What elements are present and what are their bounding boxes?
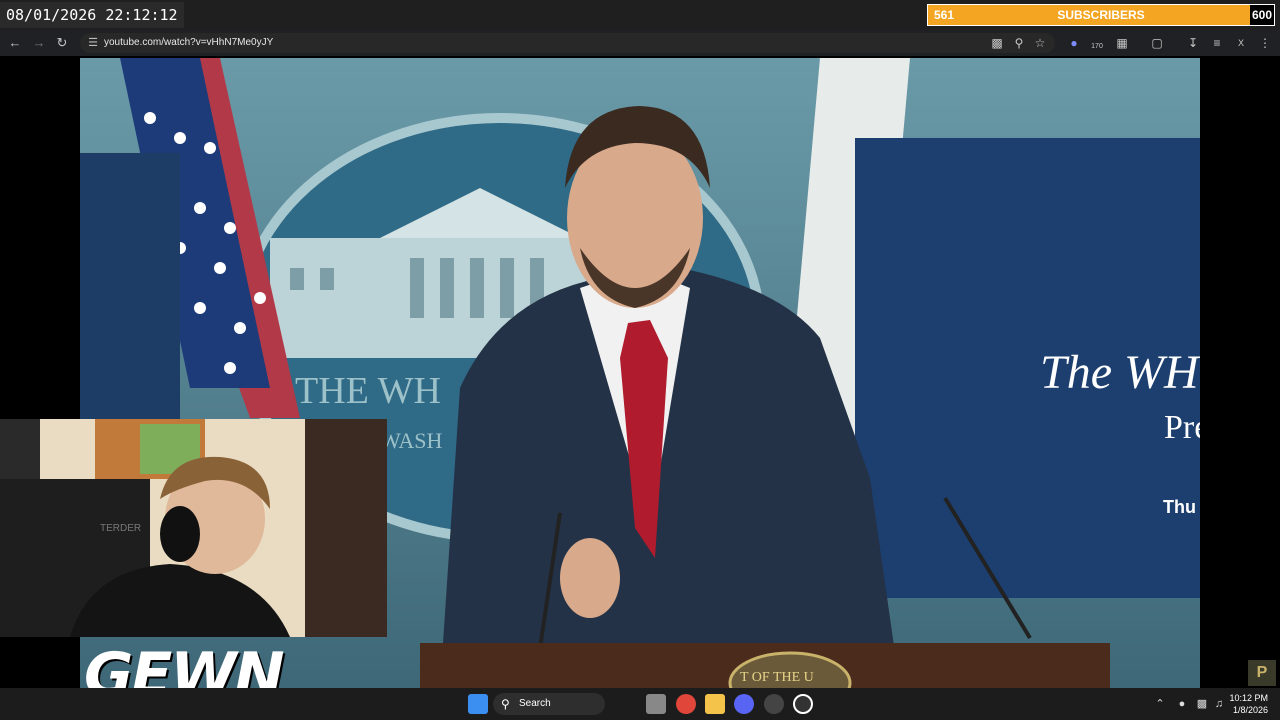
microphone-icon[interactable]: ● — [1175, 697, 1189, 711]
corner-logo: P — [1248, 660, 1276, 686]
tray-overflow-icon[interactable]: ⌃ — [1153, 697, 1167, 711]
subscriber-label: SUBSCRIBERS — [1057, 8, 1145, 22]
chrome-icon[interactable] — [676, 694, 696, 714]
menu-kebab-icon[interactable]: ⋮ — [1256, 34, 1274, 52]
file-explorer-icon[interactable] — [705, 694, 725, 714]
search-label: Search — [519, 698, 551, 709]
address-bar[interactable]: ☰ youtube.com/watch?v=vHhN7Me0yJY — [80, 33, 1055, 53]
back-icon[interactable]: ← — [6, 34, 24, 52]
clock-date: 1/8/2026 — [1232, 705, 1268, 715]
subscriber-goal: 600 — [1250, 5, 1274, 25]
download-icon[interactable]: ↧ — [1184, 34, 1202, 52]
reading-list-icon[interactable]: ≡ — [1208, 34, 1226, 52]
tab-search-icon[interactable]: ▢ — [1148, 34, 1166, 52]
clock-time: 10:12 PM — [1229, 693, 1268, 703]
stream-overlay-top: 08/01/2026 22:12:12 561 SUBSCRIBERS 600 — [0, 0, 1280, 30]
clock-app-icon[interactable] — [793, 694, 813, 714]
windows-taskbar: ⚲ Search ⌃ ● ▩ ♫ 10:12 PM 1/8/2026 — [0, 688, 1280, 720]
screen-date: Thu — [1163, 497, 1196, 517]
podium-seal-text: T OF THE U — [740, 670, 814, 685]
chair-text: TERDER — [100, 523, 141, 534]
network-icon[interactable]: ▩ — [1195, 697, 1209, 711]
backdrop-text-2: WASH — [380, 428, 442, 453]
profile-avatar[interactable]: X — [1232, 34, 1250, 52]
install-app-icon[interactable]: ▩ — [988, 34, 1006, 52]
screen-title-2: Pre — [1164, 409, 1200, 446]
extension-badge[interactable]: 170 — [1088, 34, 1106, 52]
webcam-overlay: TERDER — [0, 419, 387, 637]
backdrop-text-1: THE WH — [295, 370, 441, 412]
task-view-icon[interactable] — [646, 694, 666, 714]
volume-icon[interactable]: ♫ — [1212, 697, 1226, 711]
taskbar-search[interactable]: ⚲ Search — [493, 693, 605, 715]
extensions-puzzle-icon[interactable]: ▦ — [1113, 34, 1131, 52]
start-windows-icon[interactable] — [468, 694, 488, 714]
app-icon[interactable] — [764, 694, 784, 714]
webcam-frame: TERDER — [0, 419, 387, 637]
reload-icon[interactable]: ↻ — [53, 34, 71, 52]
taskbar-clock[interactable]: 10:12 PM 1/8/2026 — [1229, 692, 1268, 716]
url-text[interactable]: youtube.com/watch?v=vHhN7Me0yJY — [104, 33, 273, 53]
discord-icon[interactable] — [734, 694, 754, 714]
extension-icon[interactable]: ● — [1065, 34, 1083, 52]
bookmark-star-icon[interactable]: ☆ — [1031, 34, 1049, 52]
subscriber-goal-bar: 561 SUBSCRIBERS 600 — [927, 4, 1275, 26]
screen-title-1: The WH — [1040, 346, 1200, 399]
timestamp-overlay: 08/01/2026 22:12:12 — [0, 2, 184, 28]
zoom-icon[interactable]: ⚲ — [1010, 34, 1028, 52]
site-info-icon[interactable]: ☰ — [86, 36, 100, 50]
search-icon: ⚲ — [501, 697, 510, 711]
browser-toolbar: ← → ↻ ☰ youtube.com/watch?v=vHhN7Me0yJY … — [0, 30, 1280, 56]
forward-icon[interactable]: → — [30, 34, 48, 52]
